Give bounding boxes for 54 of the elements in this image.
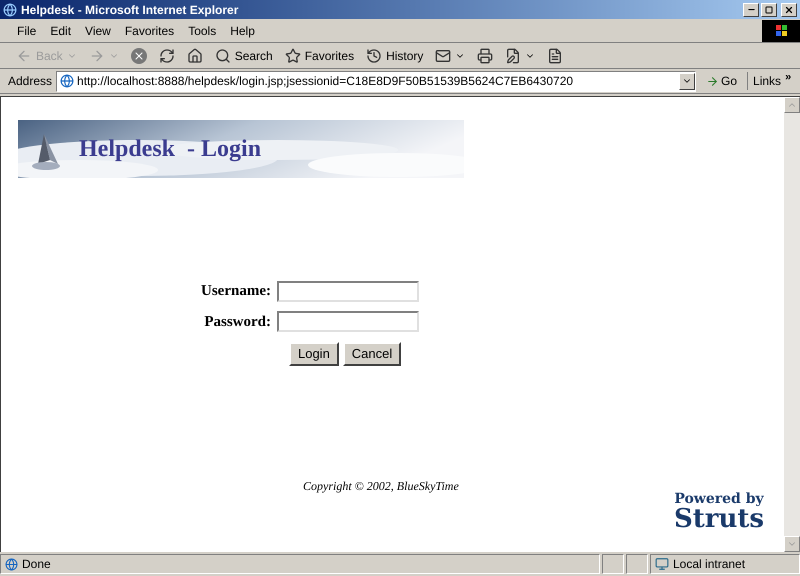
windows-logo-icon: [762, 20, 800, 42]
restore-button[interactable]: [761, 2, 777, 16]
clock-icon: [366, 48, 382, 64]
powered-by-text: Powered by: [674, 492, 764, 506]
mail-icon: [435, 48, 452, 64]
page-icon: [60, 74, 74, 88]
menu-item[interactable]: File: [10, 22, 44, 40]
field-label: Password:: [203, 312, 271, 332]
restore-icon: [765, 6, 773, 14]
back-icon: [16, 48, 32, 64]
page-icon: [5, 558, 18, 570]
home-icon: [186, 48, 203, 64]
toolbar-button[interactable]: Favorites: [280, 44, 358, 66]
status-panel: [626, 554, 648, 574]
address-field[interactable]: http://localhost:8888/helpdesk/login.jsp;jsessionid=C18E8D9F50B51539B5624C7EB6430720: [56, 70, 696, 92]
scrollbar[interactable]: [784, 97, 800, 552]
links-label[interactable]: Links: [747, 72, 782, 90]
menu-item[interactable]: View: [78, 22, 118, 40]
window-title: Helpdesk - Microsoft Internet Explorer: [21, 2, 240, 18]
address-label: Address: [8, 73, 52, 90]
menu-item[interactable]: Tools: [181, 22, 224, 40]
close-button[interactable]: [781, 2, 797, 16]
stop-icon: [130, 48, 147, 64]
document-icon: [547, 48, 564, 64]
text-field[interactable]: [276, 280, 419, 302]
toolbar-button[interactable]: Search: [210, 44, 277, 66]
text-field[interactable]: [276, 311, 419, 332]
star-icon: [284, 48, 301, 64]
close-icon: [784, 4, 794, 14]
printer-icon: [477, 48, 494, 64]
edit-icon: [505, 48, 522, 64]
copyright-text: Copyright © 2002, BlueSkyTime: [303, 478, 459, 495]
zone-text: Local intranet: [673, 556, 746, 573]
form-button[interactable]: Login: [288, 342, 339, 366]
forward-icon: [88, 48, 105, 64]
browser-icon: [3, 2, 17, 16]
status-panel: [602, 554, 624, 574]
more-chevron[interactable]: »: [785, 68, 792, 86]
toolbar-button[interactable]: History: [362, 44, 428, 66]
menu-item[interactable]: Favorites: [118, 22, 182, 40]
search-icon: [214, 48, 231, 64]
form-button[interactable]: Cancel: [342, 342, 402, 366]
go-arrow-icon: [706, 74, 720, 88]
menu-item[interactable]: Help: [223, 22, 262, 40]
dropdown-button[interactable]: [679, 72, 696, 90]
status-text: Done: [22, 556, 51, 573]
refresh-icon: [158, 48, 175, 64]
go-button[interactable]: Go: [700, 72, 744, 90]
network-icon: [655, 557, 669, 571]
minimize-button[interactable]: [743, 2, 759, 16]
page-title: Helpdesk - Login: [79, 135, 262, 164]
field-label: Username:: [201, 282, 271, 301]
struts-logo-text: Struts: [674, 506, 764, 532]
menu-item[interactable]: Edit: [43, 22, 78, 40]
